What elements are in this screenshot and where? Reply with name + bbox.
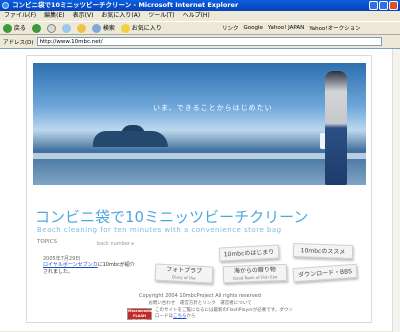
card-photo-sub: Diary of the <box>171 274 196 281</box>
title-bar: コンビニ袋で10ミニッツビーチクリーン - Microsoft Internet… <box>0 0 400 11</box>
window-title: コンビニ袋で10ミニッツビーチクリーン - Microsoft Internet… <box>12 1 239 9</box>
search-icon <box>91 24 101 33</box>
favorites-button[interactable]: お気に入り <box>120 23 162 33</box>
person <box>325 71 347 185</box>
search-label: 検索 <box>102 25 115 32</box>
home-icon[interactable] <box>76 23 86 33</box>
menu-favorites[interactable]: お気に入り(A) <box>101 11 140 21</box>
menu-help[interactable]: ヘルプ(H) <box>183 11 210 21</box>
browser-window: コンビニ袋で10ミニッツビーチクリーン - Microsoft Internet… <box>0 0 400 332</box>
news-date: 2005年7月29日 <box>43 256 81 262</box>
menu-edit[interactable]: 編集(E) <box>44 11 64 21</box>
copyright: Copyright 2004 10mbcProject All rights r… <box>139 293 261 299</box>
address-input[interactable]: http://www.10mbc.net/ <box>36 37 382 46</box>
flash-notice-end: から <box>186 314 196 319</box>
menu-bar: ファイル(F) 編集(E) 表示(V) お気に入り(A) ツール(T) ヘルプ(… <box>0 11 400 21</box>
menu-file[interactable]: ファイル(F) <box>4 11 36 21</box>
back-number-link[interactable]: back number ▸ <box>97 241 134 247</box>
footer-links[interactable]: お問い合わせ 運営方針とリンク 運営者について <box>27 300 373 306</box>
back-label: 戻る <box>13 25 26 32</box>
site-title: コンビニ袋で10ミニッツビーチクリーン <box>35 208 309 226</box>
card-hajimari[interactable]: 10mbcのはじまり <box>218 244 280 262</box>
flash-player-badge[interactable]: Macromedia FLASH PLAYER <box>127 308 152 323</box>
beach-banner: いま、できることからはじめたい <box>33 63 366 185</box>
minimize-button[interactable] <box>369 1 378 10</box>
links-bar: リンク Google Yahoo! JAPAN Yahoo!オークション <box>222 21 361 35</box>
card-umi-label: 海からの贈り物 <box>233 266 277 275</box>
card-download[interactable]: ダウンロード・BBS <box>292 263 358 283</box>
stop-icon[interactable] <box>46 23 56 33</box>
refresh-icon[interactable] <box>61 23 71 33</box>
links-label: リンク <box>222 26 239 32</box>
card-susume[interactable]: 10mbcのススメ <box>292 242 354 260</box>
maximize-button[interactable] <box>379 1 388 10</box>
favorites-label: お気に入り <box>131 25 162 32</box>
address-bar: アドレス(D) http://www.10mbc.net/ <box>0 36 400 47</box>
close-button[interactable] <box>389 1 398 10</box>
site-page: いま、できることからはじめたい コンビニ袋で10ミニッツビーチクリーン Beac… <box>26 55 372 323</box>
wave <box>33 153 366 159</box>
menu-tools[interactable]: ツール(T) <box>148 11 174 21</box>
vertical-scrollbar[interactable] <box>392 49 400 332</box>
news-link[interactable]: ロイヤルボーンセブンカ <box>43 262 98 268</box>
link-google[interactable]: Google <box>244 25 263 31</box>
link-yahoo-auction[interactable]: Yahoo!オークション <box>309 24 360 32</box>
topics-label: TOPICS <box>37 239 57 245</box>
flash-notice: このサイトをご覧になるには最新のFlashPlayerが必要です。ダウンロードは… <box>155 308 295 320</box>
search-button[interactable]: 検索 <box>91 23 115 33</box>
forward-arrow-icon[interactable] <box>31 23 41 33</box>
flash-download-link[interactable]: こちら <box>173 314 187 319</box>
menu-view[interactable]: 表示(V) <box>73 11 94 21</box>
card-umi-sub: Good Rank of Fish Eye <box>232 274 278 281</box>
link-yahoo-japan[interactable]: Yahoo! JAPAN <box>268 25 304 31</box>
tagline: いま、できることからはじめたい <box>153 104 273 112</box>
ie-icon <box>2 2 9 9</box>
site-subtitle: Beach cleaning for ten minutes with a co… <box>37 226 282 234</box>
back-button[interactable]: 戻る <box>3 23 26 33</box>
page-content: いま、できることからはじめたい コンビニ袋で10ミニッツビーチクリーン Beac… <box>0 48 400 332</box>
island <box>93 131 168 147</box>
card-photo[interactable]: フォトブラブ Diary of the <box>154 263 214 284</box>
back-arrow-icon <box>3 24 12 33</box>
address-label: アドレス(D) <box>3 39 34 46</box>
card-umi[interactable]: 海からの贈り物 Good Rank of Fish Eye <box>222 263 288 284</box>
star-icon <box>120 24 130 33</box>
news-item: ロイヤルボーンセブンカに10mbcが紹介されました。 <box>43 262 135 276</box>
